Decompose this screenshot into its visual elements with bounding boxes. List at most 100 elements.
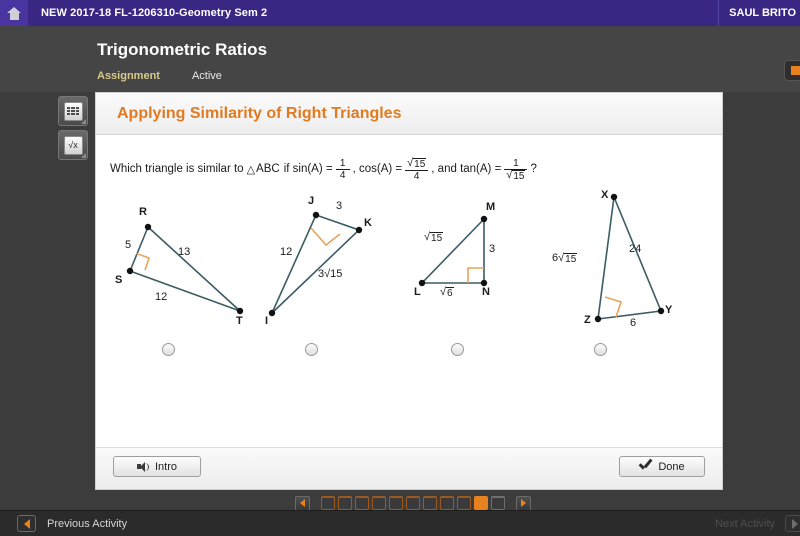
- lesson-subheader: Assignment Active: [97, 70, 222, 82]
- pager-page-11[interactable]: [491, 496, 505, 510]
- vertex-label-z: Z: [584, 314, 591, 326]
- pager-page-5[interactable]: [389, 496, 403, 510]
- radical-6-ln: √ 6: [440, 287, 454, 299]
- done-button-label: Done: [658, 460, 685, 473]
- tan-numerator: 1: [513, 157, 519, 169]
- radicand: 6: [446, 287, 454, 299]
- next-activity-group: Next Activity: [715, 515, 800, 532]
- pager-page-2[interactable]: [338, 496, 352, 510]
- calculator-icon: [63, 101, 83, 121]
- pager-page-4[interactable]: [372, 496, 386, 510]
- vertex-label-m: M: [486, 201, 496, 213]
- radicand: 15: [512, 170, 526, 182]
- done-button[interactable]: Done: [619, 456, 705, 477]
- side-length-st: 12: [155, 291, 168, 303]
- pager-page-8[interactable]: [440, 496, 454, 510]
- intro-button[interactable]: Intro: [113, 456, 201, 477]
- activity-card-header: Applying Similarity of Right Triangles: [96, 93, 722, 135]
- cos-label: , cos(A) =: [352, 163, 403, 176]
- formula-tool-button[interactable]: √x: [58, 130, 88, 160]
- vertex-label-k: K: [364, 217, 372, 229]
- pager-page-3[interactable]: [355, 496, 369, 510]
- side-length-ik: 3√15: [318, 268, 343, 280]
- side-length-xz: 6 √ 15: [552, 252, 578, 265]
- question-tail: ?: [530, 163, 537, 176]
- side-length-rs: 5: [125, 239, 132, 251]
- vertex-label-r: R: [139, 206, 147, 218]
- pager-prev-button[interactable]: [295, 495, 310, 511]
- pager-next-button[interactable]: [516, 495, 531, 511]
- radio-choice-d[interactable]: [594, 343, 607, 356]
- previous-activity-button[interactable]: [17, 515, 36, 532]
- radical-15-xz: √ 15: [558, 253, 578, 265]
- top-navigation-bar: NEW 2017-18 FL-1206310-Geometry Sem 2 SA…: [0, 0, 800, 26]
- user-name: SAUL BRITO: [729, 7, 796, 19]
- side-length-lm: √ 15: [424, 231, 444, 244]
- caret-left-icon: [300, 499, 305, 507]
- figure-ijk: J K I 3 12 3√15: [254, 189, 404, 349]
- page-pager: [295, 495, 531, 511]
- answer-figures: R S T 5 13 12 J K I 3 12 3√15 M L N √ 15…: [96, 189, 724, 349]
- next-activity-button[interactable]: [785, 515, 800, 532]
- user-menu[interactable]: SAUL BRITO: [718, 0, 800, 26]
- activity-card-footer: Intro Done: [96, 447, 722, 489]
- radicand: 15: [413, 158, 427, 170]
- radical-15-lm: √ 15: [424, 232, 444, 244]
- vertex-label-l: L: [414, 286, 421, 298]
- side-length-rt: 13: [178, 246, 191, 258]
- radio-choice-c[interactable]: [451, 343, 464, 356]
- assignment-status-label: Active: [191, 70, 222, 82]
- vertex-label-j: J: [308, 195, 315, 207]
- tan-denominator: √ 15: [504, 170, 527, 182]
- activity-card: Applying Similarity of Right Triangles W…: [95, 92, 723, 490]
- pager-page-10-current[interactable]: [474, 496, 488, 510]
- next-activity-label: Next Activity: [715, 517, 775, 530]
- sin-numerator: 1: [339, 157, 346, 169]
- home-button[interactable]: [0, 0, 28, 26]
- vertex-label-n: N: [482, 286, 490, 298]
- radical-15-den: √ 15: [506, 170, 526, 182]
- lesson-app: NEW 2017-18 FL-1206310-Geometry Sem 2 SA…: [0, 0, 800, 536]
- answer-radio-group: [96, 343, 724, 367]
- vertex-label-y: Y: [665, 304, 673, 316]
- figure-lmn-svg: [418, 215, 488, 287]
- pager-page-6[interactable]: [406, 496, 420, 510]
- question-text: Which triangle is similar to △ ABC if si…: [110, 157, 537, 183]
- calculator-tool-button[interactable]: [58, 96, 88, 126]
- side-length-zy: 6: [630, 317, 637, 329]
- course-title: NEW 2017-18 FL-1206310-Geometry Sem 2: [41, 7, 268, 19]
- cos-fraction: √ 15 4: [405, 158, 429, 183]
- pager-page-1[interactable]: [321, 496, 335, 510]
- activity-heading: Applying Similarity of Right Triangles: [117, 104, 402, 122]
- vertex-label-t: T: [236, 315, 243, 327]
- sin-label: if sin(A) =: [283, 163, 333, 176]
- previous-activity-label: Previous Activity: [47, 517, 128, 530]
- vertex-label-x: X: [601, 189, 609, 201]
- square-root-icon: √x: [63, 135, 83, 155]
- page-title: Trigonometric Ratios: [97, 40, 268, 59]
- speaker-icon: [136, 461, 150, 472]
- vertex-label-i: I: [265, 315, 269, 327]
- panel-toggle-button[interactable]: [784, 60, 800, 81]
- cos-numerator: √ 15: [405, 158, 428, 170]
- pager-page-9[interactable]: [457, 496, 471, 510]
- radicand: 15: [430, 232, 444, 244]
- home-icon: [7, 6, 21, 20]
- tan-label: , and tan(A) =: [431, 163, 502, 176]
- figure-lmn: M L N √ 15 3 √ 6: [406, 189, 556, 349]
- caret-right-icon: [791, 518, 798, 529]
- question-lead: Which triangle is similar to: [110, 163, 244, 176]
- radio-choice-b[interactable]: [305, 343, 318, 356]
- radical-15: √ 15: [407, 158, 427, 170]
- pager-page-7[interactable]: [423, 496, 437, 510]
- radio-choice-a[interactable]: [162, 343, 175, 356]
- side-length-xy: 24: [629, 243, 642, 255]
- figure-rst: R S T 5 13 12: [110, 189, 260, 349]
- figure-ijk-svg: [268, 211, 363, 317]
- side-length-ln: √ 6: [440, 286, 454, 299]
- tan-fraction: 1 √ 15: [504, 157, 528, 182]
- caret-left-icon: [23, 518, 30, 529]
- caret-right-icon: [521, 499, 526, 507]
- sin-fraction: 1 4: [335, 157, 350, 182]
- check-icon: [639, 461, 652, 472]
